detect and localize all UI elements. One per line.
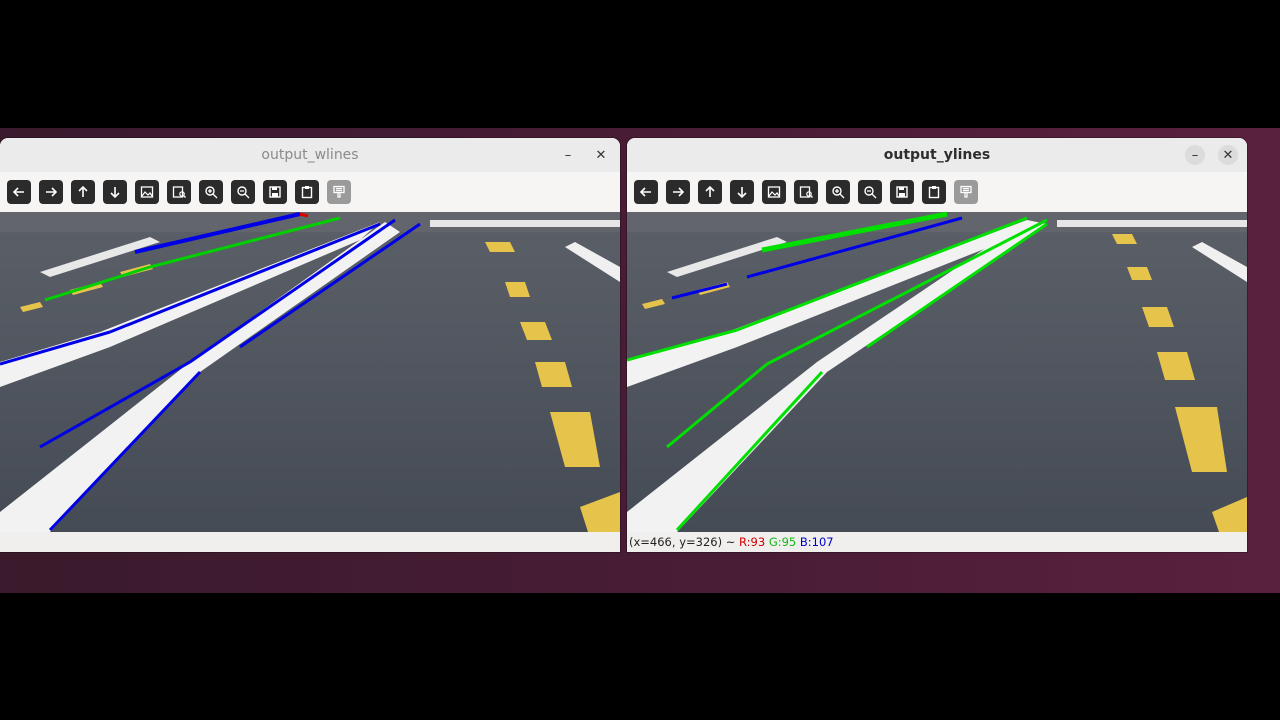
window-title: output_ylines bbox=[883, 147, 991, 163]
cursor-coordinates: (x=466, y=326) ~ bbox=[629, 535, 736, 549]
save-icon[interactable] bbox=[263, 180, 287, 204]
image-search-icon[interactable] bbox=[167, 180, 191, 204]
close-button[interactable]: ✕ bbox=[1218, 145, 1238, 165]
image-view[interactable] bbox=[0, 212, 620, 532]
minimize-button[interactable]: – bbox=[1185, 145, 1205, 165]
arrow-up-icon[interactable] bbox=[71, 180, 95, 204]
toolbar bbox=[0, 172, 620, 212]
zoom-out-icon[interactable] bbox=[858, 180, 882, 204]
properties-icon[interactable] bbox=[954, 180, 978, 204]
minimize-button[interactable]: – bbox=[558, 145, 578, 165]
clipboard-icon[interactable] bbox=[922, 180, 946, 204]
arrow-down-icon[interactable] bbox=[730, 180, 754, 204]
titlebar[interactable]: output_ylines – ✕ bbox=[627, 138, 1247, 172]
close-button[interactable]: ✕ bbox=[591, 145, 611, 165]
image-search-icon[interactable] bbox=[794, 180, 818, 204]
status-bar bbox=[0, 532, 620, 552]
arrow-right-icon[interactable] bbox=[666, 180, 690, 204]
zoom-out-icon[interactable] bbox=[231, 180, 255, 204]
titlebar[interactable]: output_wlines – ✕ bbox=[0, 138, 620, 172]
zoom-in-icon[interactable] bbox=[826, 180, 850, 204]
image-icon[interactable] bbox=[135, 180, 159, 204]
image-view[interactable] bbox=[627, 212, 1247, 532]
toolbar bbox=[627, 172, 1247, 212]
properties-icon[interactable] bbox=[327, 180, 351, 204]
window-output-ylines: output_ylines – ✕ (x=466, y=326) ~ R:93 … bbox=[627, 138, 1247, 552]
arrow-left-icon[interactable] bbox=[634, 180, 658, 204]
save-icon[interactable] bbox=[890, 180, 914, 204]
arrow-left-icon[interactable] bbox=[7, 180, 31, 204]
arrow-right-icon[interactable] bbox=[39, 180, 63, 204]
image-icon[interactable] bbox=[762, 180, 786, 204]
status-bar: (x=466, y=326) ~ R:93 G:95 B:107 bbox=[627, 532, 1247, 552]
clipboard-icon[interactable] bbox=[295, 180, 319, 204]
pixel-blue-value: B:107 bbox=[799, 535, 834, 549]
window-title: output_wlines bbox=[261, 147, 359, 163]
zoom-in-icon[interactable] bbox=[199, 180, 223, 204]
arrow-up-icon[interactable] bbox=[698, 180, 722, 204]
window-output-wlines: output_wlines – ✕ bbox=[0, 138, 620, 552]
pixel-red-value: R:93 bbox=[739, 535, 766, 549]
arrow-down-icon[interactable] bbox=[103, 180, 127, 204]
pixel-green-value: G:95 bbox=[768, 535, 797, 549]
